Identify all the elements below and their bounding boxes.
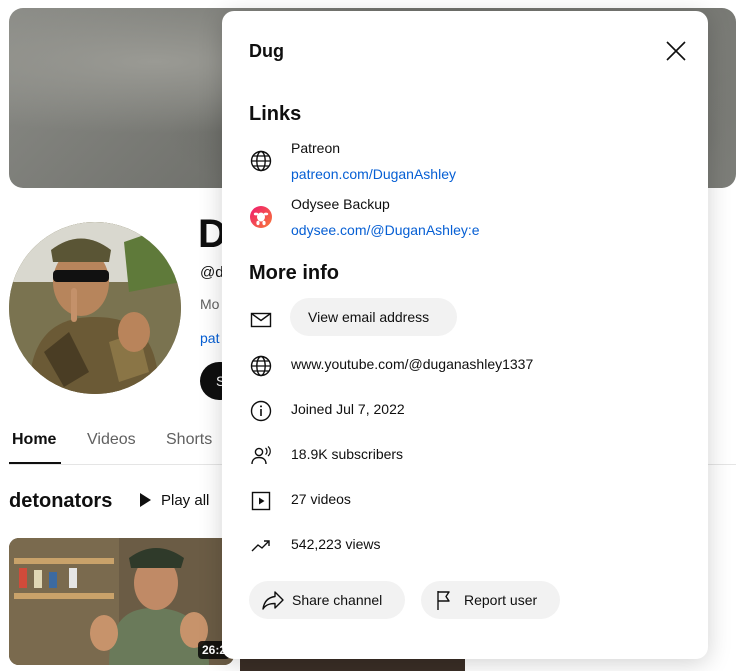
link-name-odysee: Odysee Backup [291, 196, 390, 212]
channel-about-dialog: Dug Links Patreon patreon.com/DuganAshle… [222, 11, 708, 659]
link-url-odysee[interactable]: odysee.com/@DuganAshley:e [291, 222, 480, 238]
report-user-label: Report user [464, 592, 538, 608]
link-url-patreon[interactable]: patreon.com/DuganAshley [291, 166, 456, 182]
subscriber-count: 18.9K subscribers [291, 446, 404, 462]
share-channel-button[interactable]: Share channel [249, 581, 405, 619]
flag-icon [437, 591, 450, 610]
close-icon [666, 41, 686, 61]
subscribers-icon [251, 446, 271, 465]
view-email-button[interactable]: View email address [290, 298, 457, 336]
tab-home[interactable]: Home [12, 431, 56, 449]
globe-icon [250, 150, 272, 172]
share-icon [262, 591, 284, 610]
video-icon [251, 491, 271, 511]
info-icon [250, 400, 272, 422]
tab-shorts[interactable]: Shorts [166, 431, 212, 449]
close-button[interactable] [662, 37, 690, 65]
globe-icon [250, 355, 272, 377]
links-heading: Links [249, 103, 302, 125]
odysee-icon [250, 206, 272, 228]
trending-icon [251, 540, 270, 552]
channel-url: www.youtube.com/@duganashley1337 [291, 356, 534, 372]
channel-avatar[interactable] [9, 222, 181, 394]
video-thumbnail[interactable]: 26:2 [9, 538, 234, 665]
link-name-patreon: Patreon [291, 140, 341, 156]
play-all-button[interactable]: Play all [140, 492, 209, 509]
channel-link-partial[interactable]: pat [200, 330, 219, 346]
channel-description-partial[interactable]: Mo [200, 296, 219, 312]
video-count: 27 videos [291, 491, 351, 507]
tab-videos[interactable]: Videos [87, 431, 136, 449]
play-icon [140, 493, 151, 507]
mail-icon [250, 312, 272, 328]
dialog-title: Dug [249, 41, 284, 61]
shelf-title[interactable]: detonators [9, 490, 112, 513]
report-user-button[interactable]: Report user [421, 581, 560, 619]
channel-handle-partial: @d [200, 264, 224, 281]
joined-date: Joined Jul 7, 2022 [291, 401, 405, 417]
view-count: 542,223 views [291, 536, 381, 552]
share-channel-label: Share channel [292, 592, 383, 608]
play-all-label: Play all [161, 492, 210, 509]
more-info-heading: More info [249, 262, 339, 284]
